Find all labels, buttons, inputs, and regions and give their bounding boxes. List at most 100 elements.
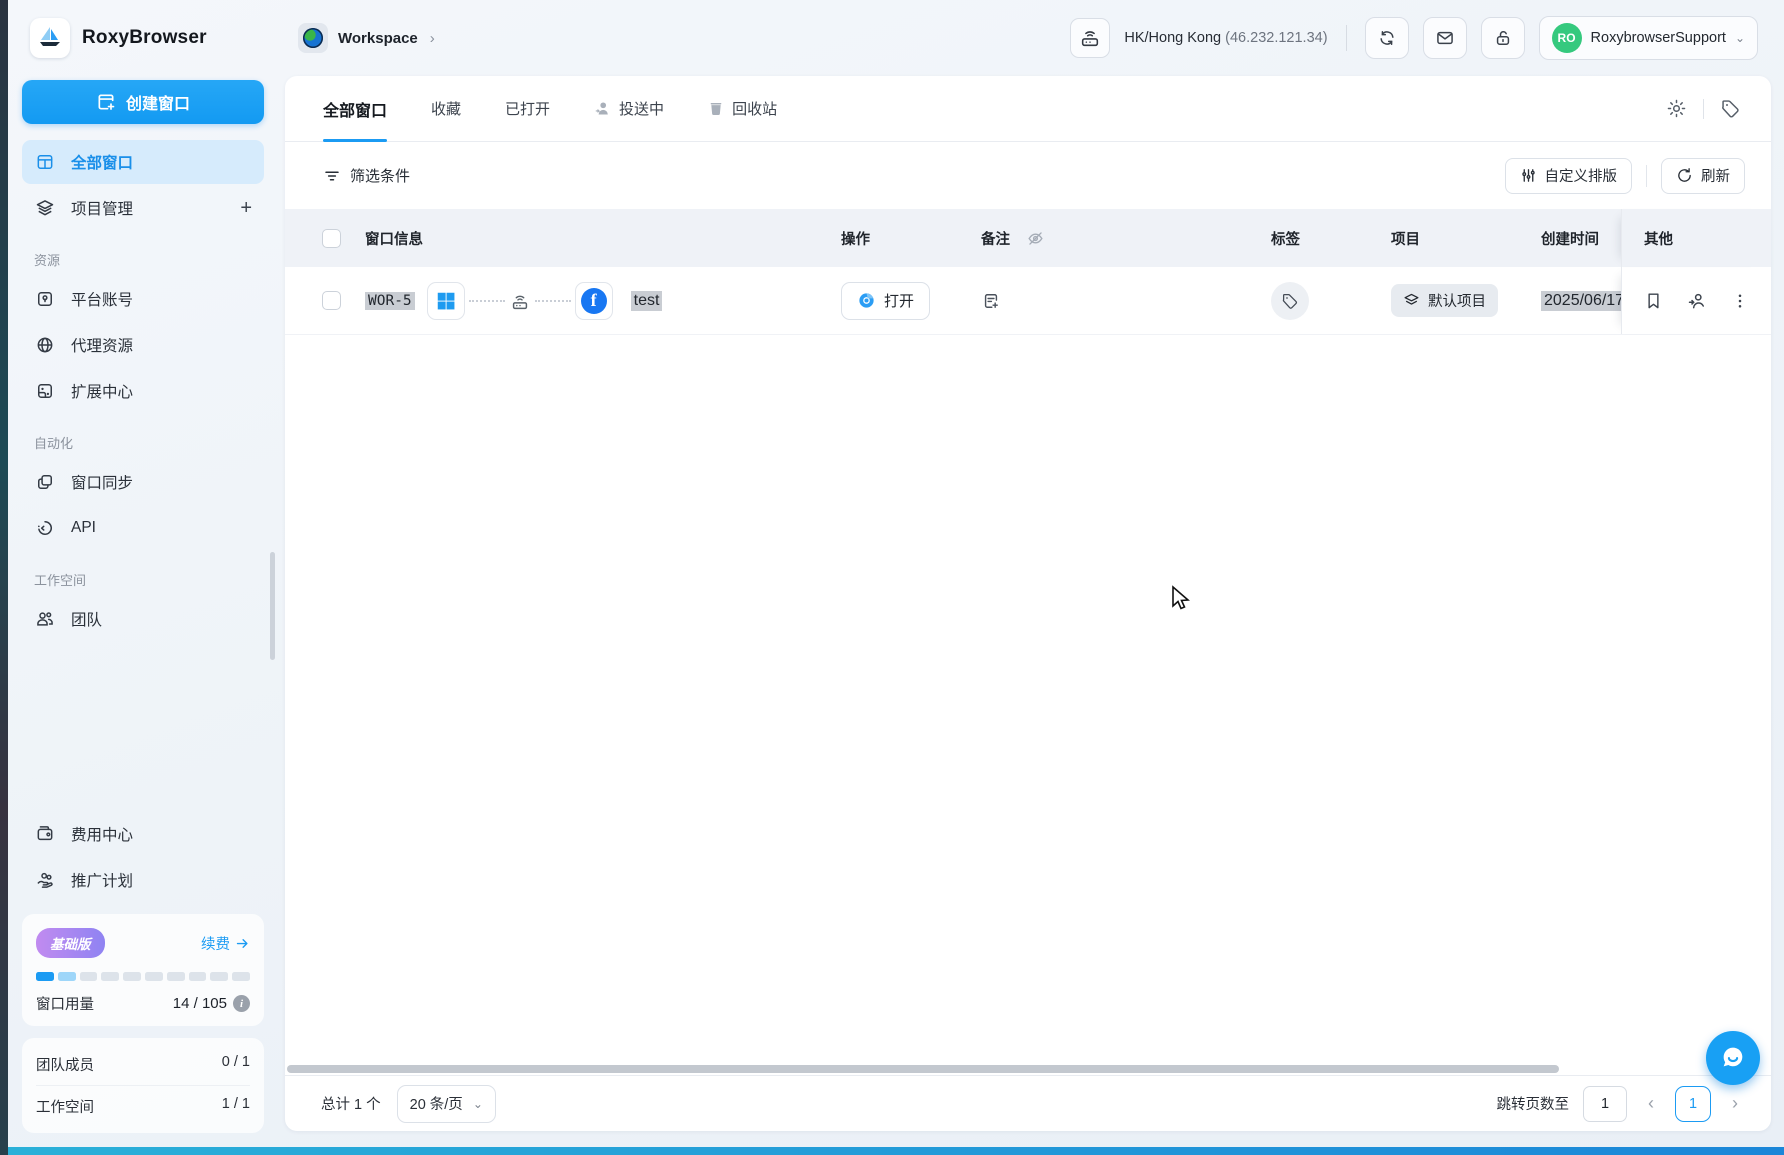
- sidebar-item-project-management[interactable]: 项目管理 +: [22, 186, 264, 230]
- add-tag-button[interactable]: [1271, 282, 1309, 320]
- sidebar-item-extension-center[interactable]: 扩展中心: [22, 369, 264, 413]
- refresh-button[interactable]: 刷新: [1661, 158, 1745, 194]
- renew-link[interactable]: 续费: [201, 933, 250, 954]
- horizontal-scrollbar[interactable]: [285, 1063, 1771, 1075]
- arrow-right-icon: [235, 936, 250, 951]
- refresh-label: 刷新: [1701, 165, 1730, 186]
- support-chat-button[interactable]: [1706, 1031, 1760, 1085]
- sidebar-item-api[interactable]: API: [22, 506, 264, 550]
- user-menu[interactable]: RO RoxybrowserSupport ⌄: [1539, 16, 1758, 60]
- workspace-globe-icon: [298, 23, 328, 53]
- browser-icon: [857, 291, 876, 310]
- team-icon: [34, 608, 56, 630]
- brand: RoxyBrowser: [8, 18, 270, 58]
- filter-label: 筛选条件: [350, 165, 410, 186]
- lock-button[interactable]: [1481, 17, 1525, 59]
- layers-icon: [1403, 292, 1420, 309]
- usage-label: 窗口用量: [36, 993, 94, 1014]
- layers-icon: [34, 197, 56, 219]
- usage-progress-bar: [36, 972, 250, 981]
- sidebar-section-resources: 资源: [22, 232, 264, 277]
- select-all-checkbox[interactable]: [322, 229, 341, 248]
- sidebar-item-label: 项目管理: [71, 197, 133, 219]
- table-row[interactable]: WOR-5 f: [285, 267, 1771, 335]
- app-title: RoxyBrowser: [82, 27, 207, 49]
- sidebar-item-label: 扩展中心: [71, 380, 133, 402]
- network-status-button[interactable]: [1070, 18, 1110, 58]
- sidebar-item-label: 团队: [71, 608, 102, 630]
- main-panel: 全部窗口 收藏 已打开 投送中 回收站: [285, 76, 1771, 1131]
- filter-bar: 筛选条件 自定义排版 刷新: [285, 142, 1771, 209]
- col-action: 操作: [841, 228, 870, 249]
- eye-off-icon[interactable]: [1026, 229, 1045, 248]
- mail-icon: [1435, 28, 1455, 48]
- row-more-button[interactable]: [1731, 292, 1749, 310]
- col-other: 其他: [1644, 228, 1673, 249]
- page-size-select[interactable]: 20 条/页 ⌄: [397, 1085, 496, 1123]
- wallet-icon: [34, 823, 56, 845]
- tab-favorites[interactable]: 收藏: [431, 76, 461, 141]
- tab-recycle-bin[interactable]: 回收站: [708, 76, 777, 141]
- prev-page-button[interactable]: ‹: [1641, 1093, 1661, 1114]
- desktop-edge-left: [0, 0, 8, 1155]
- sidebar-item-referral-program[interactable]: 推广计划: [22, 858, 264, 902]
- proxy-router-icon: [509, 290, 531, 312]
- tab-opened[interactable]: 已打开: [505, 76, 550, 141]
- stat-label: 团队成员: [36, 1054, 94, 1075]
- sidebar-scrollbar[interactable]: [270, 552, 275, 660]
- add-note-icon[interactable]: [981, 291, 1001, 311]
- page-size-value: 20 条/页: [410, 1093, 463, 1114]
- sidebar-item-platform-accounts[interactable]: 平台账号: [22, 277, 264, 321]
- tag-manager-button[interactable]: [1720, 98, 1741, 119]
- api-icon: [34, 517, 56, 539]
- window-id: WOR-5: [365, 292, 415, 310]
- filter-conditions-button[interactable]: 筛选条件: [323, 165, 410, 186]
- renew-label: 续费: [201, 933, 230, 954]
- row-checkbox[interactable]: [322, 291, 341, 310]
- tab-all-windows[interactable]: 全部窗口: [323, 76, 387, 141]
- jump-label: 跳转页数至: [1497, 1093, 1570, 1114]
- create-window-button[interactable]: 创建窗口: [22, 80, 264, 124]
- divider: [1646, 165, 1647, 187]
- top-header: RoxyBrowser Workspace › HK/Hong Kong (46…: [8, 0, 1784, 76]
- messages-button[interactable]: [1423, 17, 1467, 59]
- jump-page-input[interactable]: [1583, 1086, 1627, 1122]
- sidebar-item-label: 代理资源: [71, 334, 133, 356]
- bookmark-button[interactable]: [1644, 291, 1663, 310]
- page-number-button[interactable]: 1: [1675, 1086, 1711, 1122]
- share-window-button[interactable]: [1687, 291, 1707, 311]
- workspace-label: Workspace: [338, 30, 418, 47]
- next-page-button[interactable]: ›: [1725, 1093, 1745, 1114]
- project-chip[interactable]: 默认项目: [1391, 284, 1498, 317]
- tab-transferring[interactable]: 投送中: [594, 76, 664, 141]
- add-project-button[interactable]: +: [240, 197, 252, 220]
- open-window-button[interactable]: 打开: [841, 282, 930, 320]
- sidebar-section-workspace: 工作空间: [22, 552, 264, 597]
- settings-button[interactable]: [1666, 98, 1687, 119]
- tabs-bar: 全部窗口 收藏 已打开 投送中 回收站: [285, 76, 1771, 142]
- sidebar-item-billing-center[interactable]: 费用中心: [22, 812, 264, 856]
- sync-button[interactable]: [1365, 17, 1409, 59]
- tab-label: 回收站: [732, 98, 777, 119]
- custom-layout-label: 自定义排版: [1545, 165, 1618, 186]
- sidebar-item-team[interactable]: 团队: [22, 597, 264, 641]
- sidebar-item-all-windows[interactable]: 全部窗口: [22, 140, 264, 184]
- proxy-location: HK/Hong Kong (46.232.121.34): [1124, 30, 1327, 46]
- chevron-right-icon: ›: [430, 30, 435, 47]
- user-name: RoxybrowserSupport: [1591, 30, 1726, 46]
- tab-label: 收藏: [431, 98, 461, 119]
- table-empty-area: [285, 335, 1771, 1063]
- open-label: 打开: [884, 290, 914, 311]
- roxybrowser-logo-icon: [30, 18, 70, 58]
- window-plus-icon: [96, 92, 116, 112]
- connector-dots: [469, 300, 505, 302]
- sidebar-item-proxy-resources[interactable]: 代理资源: [22, 323, 264, 367]
- workspace-switcher[interactable]: Workspace ›: [298, 23, 435, 53]
- info-icon[interactable]: i: [233, 995, 250, 1012]
- plan-badge: 基础版: [36, 928, 105, 958]
- custom-layout-button[interactable]: 自定义排版: [1505, 158, 1633, 194]
- sliders-icon: [1520, 167, 1537, 184]
- chat-bubble-icon: [1719, 1044, 1747, 1072]
- sidebar-item-window-sync[interactable]: 窗口同步: [22, 460, 264, 504]
- person-send-icon: [594, 100, 611, 117]
